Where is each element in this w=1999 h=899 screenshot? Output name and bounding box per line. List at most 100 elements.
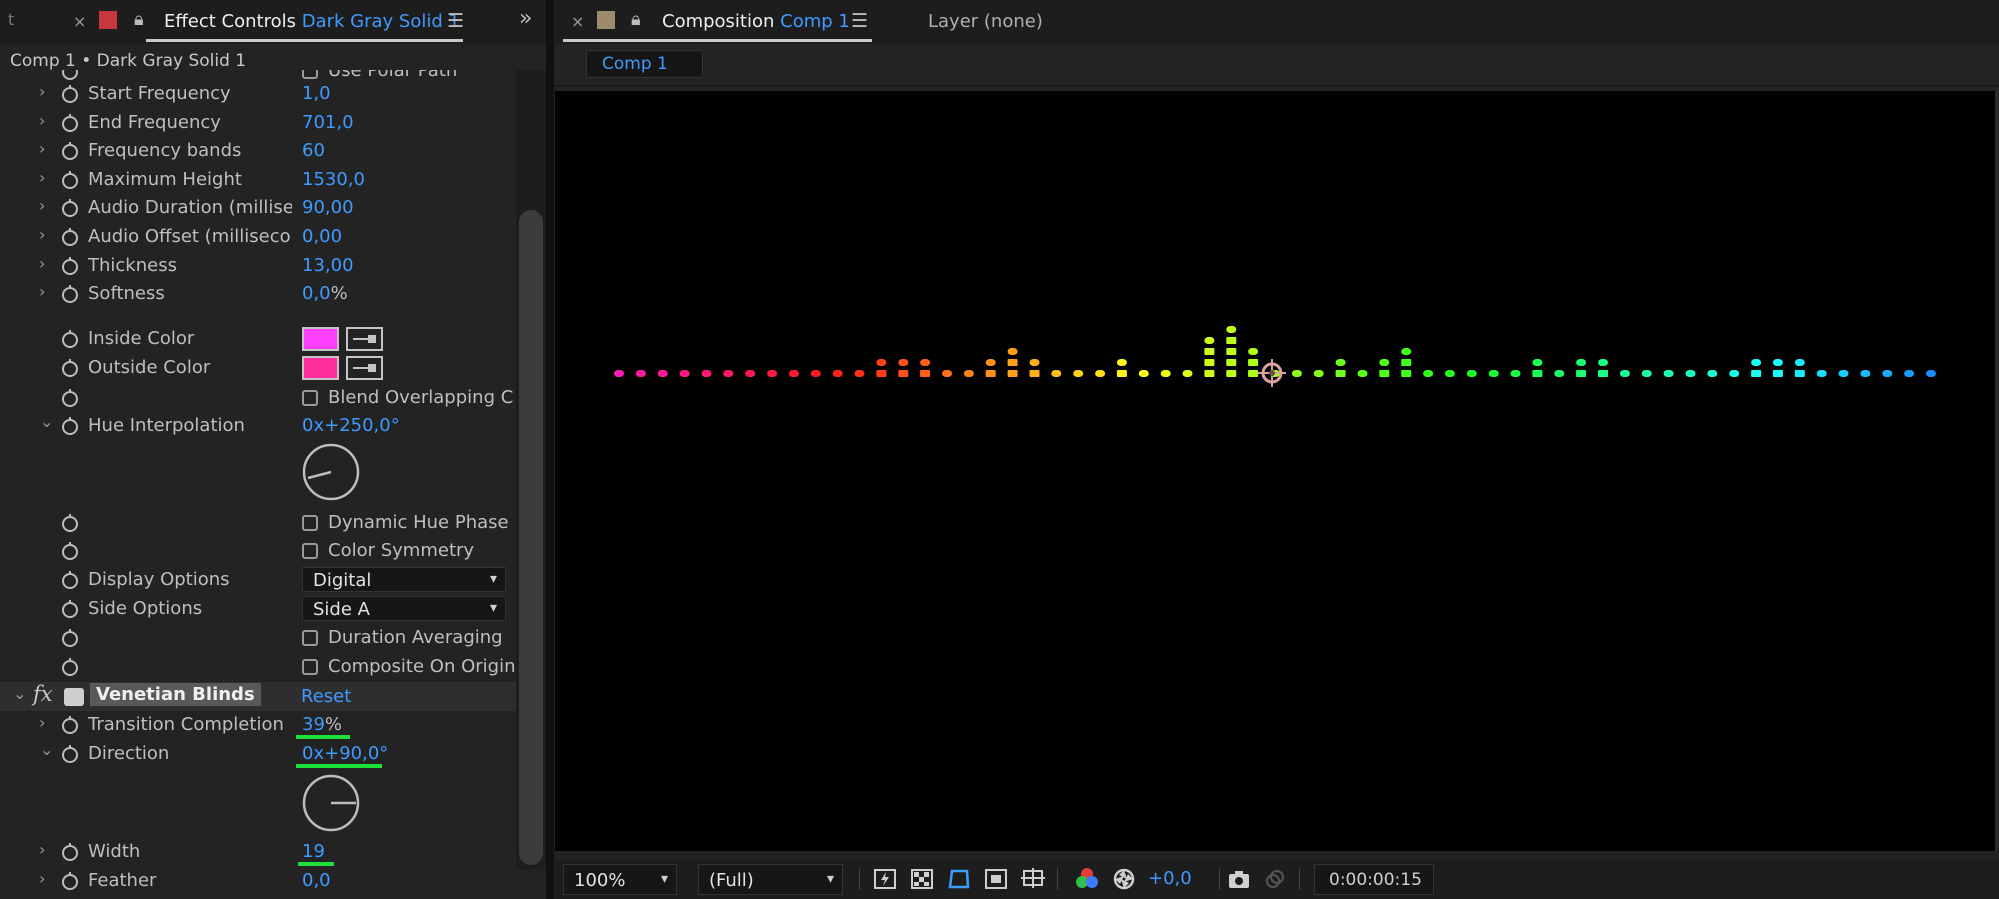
stopwatch-icon[interactable]	[61, 570, 79, 589]
stopwatch-icon[interactable]	[61, 284, 79, 304]
hue-angle-dial[interactable]	[301, 442, 361, 502]
value-number[interactable]: 1,0	[302, 83, 331, 104]
expand-chevron-icon[interactable]: ›	[39, 282, 45, 301]
property-value[interactable]: 1530,0	[302, 169, 365, 190]
display-options-dropdown[interactable]: Digital ▾	[302, 567, 506, 592]
direction-angle-dial[interactable]	[301, 773, 361, 833]
stopwatch-icon[interactable]	[61, 628, 79, 647]
value-number[interactable]: 39	[302, 714, 325, 735]
stopwatch-icon[interactable]	[61, 513, 79, 532]
composite-on-origin-checkbox[interactable]	[302, 659, 318, 675]
stopwatch-icon[interactable]	[61, 227, 79, 246]
stopwatch-icon[interactable]	[61, 744, 79, 763]
effect-controls-tab[interactable]: Effect Controls Dark Gray Solid 1	[164, 11, 460, 32]
stopwatch-icon[interactable]	[61, 170, 79, 189]
blend-overlapping-checkbox[interactable]	[302, 390, 318, 406]
lock-icon[interactable]: 🔒︎	[134, 9, 144, 30]
collapse-chevron-icon[interactable]: ⌄	[13, 684, 26, 703]
revolutions-value[interactable]: 0x	[302, 415, 324, 436]
transparency-grid-icon[interactable]	[909, 866, 935, 892]
fast-previews-icon[interactable]	[872, 866, 898, 892]
expand-chevron-icon[interactable]: ›	[39, 713, 45, 732]
stopwatch-icon[interactable]	[61, 84, 79, 103]
eyedropper-icon[interactable]	[346, 356, 383, 380]
feather-value[interactable]: 0,0	[302, 870, 331, 891]
panel-menu-icon[interactable]: ☰	[447, 10, 464, 32]
stopwatch-icon[interactable]	[61, 715, 79, 734]
expand-chevron-icon[interactable]: ›	[39, 139, 45, 158]
magnification-dropdown[interactable]: 100% ▾	[563, 864, 677, 895]
current-time-display[interactable]: 0:00:00:15	[1314, 864, 1434, 895]
duration-averaging-checkbox[interactable]	[302, 630, 318, 646]
expand-chevron-icon[interactable]: ›	[39, 82, 45, 101]
property-value[interactable]: 701,0	[302, 112, 354, 133]
value-number[interactable]: 1530,0	[302, 169, 365, 190]
expand-chevron-icon[interactable]: ›	[39, 869, 45, 888]
fx-toggle-icon[interactable]: fx	[33, 682, 53, 706]
stopwatch-icon[interactable]	[61, 113, 79, 132]
angle-value[interactable]: +90,0°	[324, 743, 388, 764]
color-symmetry-checkbox[interactable]	[302, 543, 318, 559]
stopwatch-icon[interactable]	[61, 599, 79, 618]
show-snapshot-icon[interactable]	[1262, 866, 1288, 892]
exposure-reset-icon[interactable]	[1111, 866, 1137, 892]
effect-header-venetian-blinds[interactable]: ⌄ fx Venetian Blinds Reset	[0, 682, 516, 711]
angle-value[interactable]: +250,0°	[324, 415, 400, 436]
eyedropper-icon[interactable]	[346, 327, 383, 351]
width-value[interactable]: 19	[302, 841, 325, 862]
stopwatch-icon[interactable]	[61, 416, 79, 435]
inside-color-swatch[interactable]	[302, 327, 339, 351]
property-value[interactable]: 0,0%	[302, 283, 348, 304]
panel-divider[interactable]	[546, 0, 554, 899]
expand-chevron-icon[interactable]: ›	[39, 225, 45, 244]
value-number[interactable]: 0,00	[302, 226, 342, 247]
comp-label-color-swatch[interactable]	[597, 11, 615, 29]
lock-icon[interactable]: 🔒︎	[631, 9, 641, 30]
expand-chevron-icon[interactable]: ›	[39, 168, 45, 187]
grid-guide-options-icon[interactable]	[1020, 866, 1046, 892]
stopwatch-icon[interactable]	[61, 329, 79, 348]
transition-completion-value[interactable]: 39%	[302, 714, 342, 735]
close-tab-icon[interactable]: ×	[571, 12, 584, 31]
outside-color-swatch[interactable]	[302, 356, 339, 380]
layer-label-color-swatch[interactable]	[99, 11, 117, 29]
value-number[interactable]: 701,0	[302, 112, 354, 133]
value-number[interactable]: 90,00	[302, 197, 354, 218]
resolution-dropdown[interactable]: (Full) ▾	[698, 864, 843, 895]
panel-menu-icon[interactable]: ☰	[851, 10, 868, 32]
hue-interpolation-value[interactable]: 0x+250,0°	[302, 415, 400, 436]
property-value[interactable]: 13,00	[302, 255, 354, 276]
collapse-chevron-icon[interactable]: ⌄	[40, 412, 53, 431]
stopwatch-icon[interactable]	[61, 388, 79, 407]
value-number[interactable]: 0,0	[302, 283, 331, 304]
property-value[interactable]: 0,00	[302, 226, 342, 247]
expand-chevron-icon[interactable]: ›	[39, 111, 45, 130]
value-number[interactable]: 13,00	[302, 255, 354, 276]
close-tab-icon[interactable]: ×	[73, 12, 86, 31]
direction-value[interactable]: 0x+90,0°	[302, 743, 388, 764]
snapshot-camera-icon[interactable]	[1226, 866, 1252, 892]
value-number[interactable]: 60	[302, 140, 325, 161]
property-value[interactable]: 60	[302, 140, 325, 161]
comp-navigator-tab[interactable]: Comp 1	[586, 50, 703, 78]
stopwatch-icon[interactable]	[61, 141, 79, 161]
stopwatch-icon[interactable]	[61, 256, 79, 275]
anchor-point-icon[interactable]	[1258, 359, 1286, 387]
scrollbar-thumb[interactable]	[519, 210, 543, 865]
region-of-interest-icon[interactable]	[983, 866, 1009, 892]
stopwatch-icon[interactable]	[61, 358, 79, 377]
mask-path-visibility-icon[interactable]	[946, 866, 972, 892]
expand-chevron-icon[interactable]: ›	[39, 840, 45, 859]
expand-panels-icon[interactable]: »	[519, 6, 532, 31]
side-options-dropdown[interactable]: Side A ▾	[302, 596, 506, 621]
layer-tab[interactable]: Layer (none)	[928, 11, 1043, 32]
exposure-value[interactable]: +0,0	[1148, 868, 1192, 889]
expand-chevron-icon[interactable]: ›	[39, 254, 45, 273]
use-polar-path-checkbox[interactable]	[302, 70, 318, 79]
collapse-chevron-icon[interactable]: ⌄	[40, 740, 53, 759]
property-value[interactable]: 90,00	[302, 197, 354, 218]
stopwatch-icon[interactable]	[61, 657, 79, 676]
stopwatch-icon[interactable]	[61, 198, 79, 218]
revolutions-value[interactable]: 0x	[302, 743, 324, 764]
reset-link[interactable]: Reset	[301, 686, 351, 707]
